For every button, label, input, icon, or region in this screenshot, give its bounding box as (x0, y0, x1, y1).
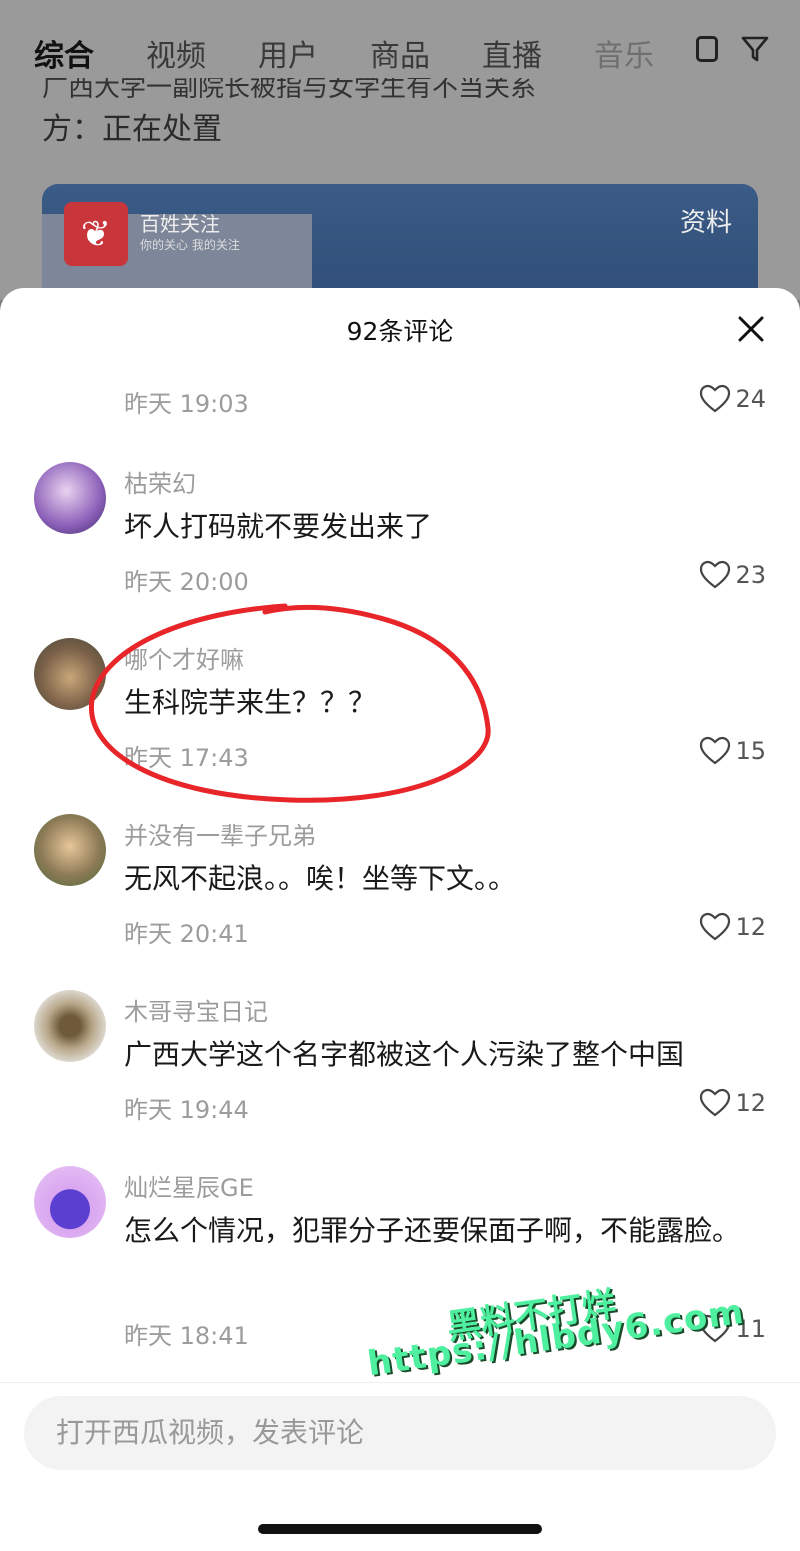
article-title-line2: 方：正在处置 (42, 112, 222, 147)
avatar[interactable] (34, 990, 106, 1062)
article-title-line1: 广西大学一副院长被指与女学生有不当关系 (42, 78, 537, 98)
heart-icon (700, 736, 731, 765)
search-tabs: 综合 视频 用户 商品 直播 音乐 (34, 28, 800, 78)
close-icon[interactable] (736, 314, 766, 344)
comment-username[interactable]: 灿烂星辰GE (124, 1168, 254, 1203)
tab-video[interactable]: 视频 (146, 31, 206, 75)
filter-icon[interactable] (740, 34, 770, 64)
heart-icon (700, 384, 731, 413)
comment-timestamp: 昨天 20:00 (124, 568, 249, 596)
comment-username[interactable]: 枯荣幻 (124, 464, 196, 499)
comment-username[interactable]: 哪个才好嘛 (124, 640, 244, 675)
comment-count-title: 92条评论 (346, 317, 454, 346)
tabs-actions (696, 34, 770, 64)
like-count: 12 (735, 913, 766, 941)
comment-input[interactable]: 打开西瓜视频，发表评论 (24, 1396, 776, 1470)
comment-text: 无风不起浪。。唉！坐等下文。。 (124, 862, 517, 895)
like-button[interactable]: 12 (699, 912, 766, 942)
heart-icon (700, 1088, 731, 1117)
comment-username[interactable]: 并没有一辈子兄弟 (124, 816, 316, 851)
avatar[interactable] (34, 638, 106, 710)
background-page: 综合 视频 用户 商品 直播 音乐 广西大学一副院长被指与女学生有不当关系 方：… (0, 0, 800, 324)
like-button[interactable]: 15 (699, 736, 766, 766)
home-indicator[interactable] (258, 1524, 542, 1534)
comment-username[interactable]: 木哥寻宝日记 (124, 992, 268, 1027)
like-count: 23 (735, 561, 766, 589)
baixing-logo-icon: ❦ (64, 202, 128, 266)
comment-timestamp: 昨天 18:41 (124, 1322, 249, 1350)
logo-subtext: 你的关心 我的关注 (140, 238, 240, 252)
like-button[interactable]: 23 (699, 560, 766, 590)
tab-music[interactable]: 音乐 (594, 31, 654, 75)
avatar[interactable] (34, 462, 106, 534)
article-title[interactable]: 广西大学一副院长被指与女学生有不当关系 方：正在处置 (42, 78, 762, 154)
comment-text: 坏人打码就不要发出来了 (124, 510, 433, 543)
avatar[interactable] (34, 1166, 106, 1238)
comment-timestamp: 昨天 17:43 (124, 744, 249, 772)
tab-comprehensive[interactable]: 综合 (34, 31, 94, 75)
like-count: 24 (735, 385, 766, 413)
logo-text: 百姓关注 (140, 212, 220, 236)
heart-icon (700, 560, 731, 589)
divider (0, 1382, 800, 1383)
comment-timestamp: 昨天 19:03 (124, 390, 249, 418)
comment-timestamp: 昨天 20:41 (124, 920, 249, 948)
comment-text: 怎么个情况，犯罪分子还要保面子啊，不能露脸。 (124, 1214, 741, 1247)
tab-user[interactable]: 用户 (258, 31, 318, 75)
thumbnail-label: 资料 (679, 208, 732, 238)
like-count: 12 (735, 1089, 766, 1117)
heart-icon (700, 912, 731, 941)
comment-timestamp: 昨天 19:44 (124, 1096, 249, 1124)
comment-text: 生科院芋来生？？？ (124, 686, 377, 719)
layout-icon[interactable] (696, 36, 718, 62)
tab-goods[interactable]: 商品 (370, 31, 430, 75)
like-button[interactable]: 12 (699, 1088, 766, 1118)
comment-text: 广西大学这个名字都被这个人污染了整个中国 (124, 1038, 685, 1071)
avatar[interactable] (34, 814, 106, 886)
like-count: 15 (735, 737, 766, 765)
like-button[interactable]: 24 (699, 384, 766, 414)
tab-live[interactable]: 直播 (482, 31, 542, 75)
